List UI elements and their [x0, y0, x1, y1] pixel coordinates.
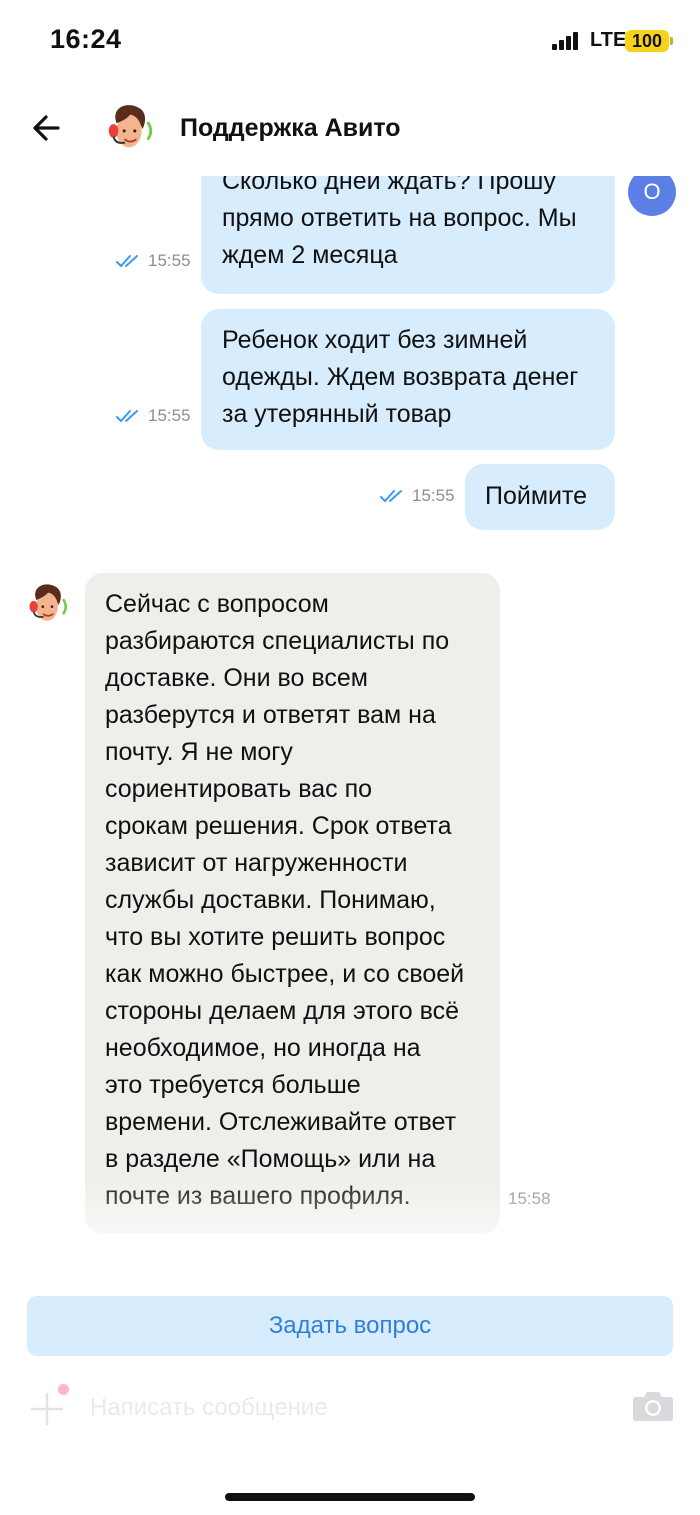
status-bar: 16:24 LTE 100	[0, 0, 700, 84]
back-arrow-icon	[33, 115, 60, 141]
message-text: Сколько дней ждать? Прошу прямо ответить…	[222, 176, 577, 269]
message-list[interactable]: Сколько дней ждать? Прошу прямо ответить…	[0, 176, 700, 1260]
support-agent-avatar[interactable]	[22, 580, 72, 630]
outgoing-message[interactable]: Ребенок ходит без зимней одежды. Ждем во…	[201, 309, 615, 450]
message-time: 15:55	[148, 251, 191, 270]
message-meta: 15:55	[116, 251, 191, 271]
battery-tip	[670, 37, 673, 45]
message-text: Ребенок ходит без зимней одежды. Ждем во…	[222, 326, 579, 428]
message-meta: 15:55	[380, 486, 455, 506]
message-input[interactable]: Написать сообщение	[90, 1388, 610, 1428]
message-time: 15:58	[508, 1189, 551, 1208]
chat-title: Поддержка Авито	[180, 114, 401, 142]
camera-icon[interactable]	[632, 1388, 674, 1422]
outgoing-message[interactable]: Сколько дней ждать? Прошу прямо ответить…	[201, 176, 615, 294]
network-label: LTE	[590, 29, 627, 51]
message-text: Сейчас с вопросом разбираются специалист…	[105, 590, 465, 1210]
signal-icon	[552, 32, 578, 50]
support-agent-avatar[interactable]	[100, 100, 158, 158]
status-time: 16:24	[50, 24, 122, 54]
message-time: 15:55	[412, 486, 455, 505]
message-meta: 15:58	[508, 1189, 551, 1209]
ask-question-button[interactable]: Задать вопрос	[27, 1296, 673, 1356]
home-indicator	[225, 1493, 475, 1501]
outgoing-message[interactable]: Поймите	[465, 464, 615, 530]
message-meta: 15:55	[116, 406, 191, 426]
user-avatar[interactable]: О	[628, 176, 676, 216]
notification-dot	[58, 1384, 69, 1395]
plus-icon[interactable]	[30, 1392, 64, 1426]
chat-header: Поддержка Авито	[0, 84, 700, 176]
chat-footer: Задать вопрос Написать сообщение	[0, 1260, 700, 1515]
incoming-message[interactable]: Сейчас с вопросом разбираются специалист…	[85, 573, 500, 1234]
message-time: 15:55	[148, 406, 191, 425]
message-text: Поймите	[485, 482, 588, 510]
double-check-icon	[116, 255, 138, 268]
back-button[interactable]	[28, 108, 68, 148]
double-check-icon	[380, 490, 402, 503]
battery-icon: 100	[625, 30, 669, 52]
double-check-icon	[116, 410, 138, 423]
